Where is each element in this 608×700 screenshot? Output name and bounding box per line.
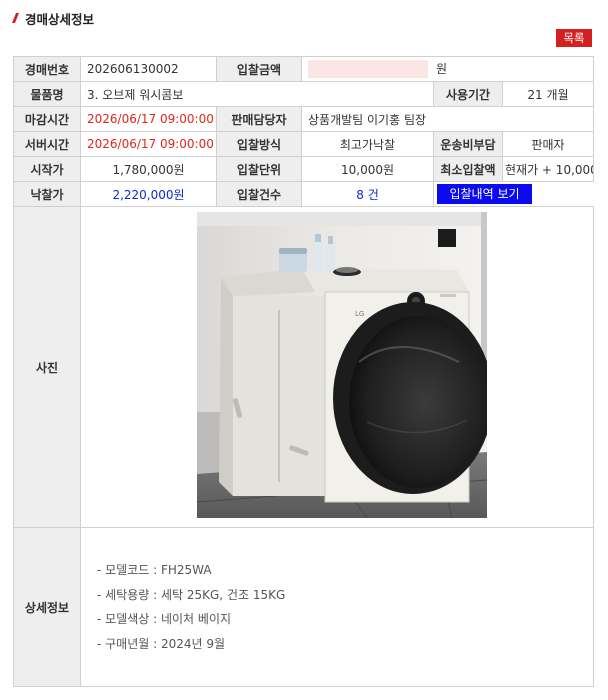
spec-item-capacity: - 세탁용량 : 세탁 25KG, 건조 15KG — [97, 587, 286, 602]
deadline-value: 2026/06/17 09:00:00 — [80, 106, 217, 132]
lg-logo-text: LG — [355, 310, 364, 318]
detail-cell: - 모델코드 : FH25WA - 세탁용량 : 세탁 25KG, 건조 15K… — [79, 527, 595, 687]
shipping-value: 판매자 — [501, 131, 595, 157]
start-price-value: 1,780,000원 — [80, 156, 217, 182]
bid-amount-cell: 원 — [300, 56, 595, 82]
winning-label: 낙찰가 — [13, 181, 81, 207]
bid-history-button[interactable]: 입찰내역 보기 — [437, 184, 532, 204]
bid-amount-unit: 원 — [436, 61, 448, 76]
row-deadline: 마감시간 2026/06/17 09:00:00 판매담당자 상품개발팀 이기홍… — [13, 106, 595, 132]
auction-info-table: 경매번호 202606130002 입찰금액 원 물품명 3. 오브제 워시콤보… — [13, 56, 595, 687]
spec-item-color: - 모델색상 : 네이처 베이지 — [97, 612, 232, 626]
winning-value: 2,220,000원 — [80, 181, 217, 207]
manager-value: 상품개발팀 이기홍 팀장 — [300, 106, 595, 132]
bid-unit-value: 10,000원 — [301, 156, 434, 182]
photo-label: 사진 — [13, 206, 81, 528]
item-value: 3. 오브제 워시콤보 — [80, 81, 434, 107]
item-label: 물품명 — [13, 81, 81, 107]
server-time-label: 서버시간 — [13, 131, 81, 157]
row-photo: 사진 LG — [13, 206, 595, 528]
product-photo: LG — [197, 212, 487, 518]
period-label: 사용기간 — [433, 81, 503, 107]
row-item: 물품명 3. 오브제 워시콤보 사용기간 21 개월 — [13, 81, 595, 107]
spec-item-purchase-date: - 구매년월 : 2024년 9월 — [97, 636, 226, 651]
page-heading: 경매상세정보 — [10, 10, 95, 27]
server-time-value: 2026/06/17 09:00:00 — [80, 131, 217, 157]
bid-history-cell: 입찰내역 보기 — [432, 181, 594, 207]
bid-unit-label: 입찰단위 — [216, 156, 302, 182]
page-title: 경매상세정보 — [25, 11, 95, 27]
bid-amount-label: 입찰금액 — [216, 56, 302, 82]
red-marker-icon — [12, 13, 19, 23]
min-bid-value: 현재가 + 10,000원 — [501, 156, 595, 182]
bid-count-label: 입찰건수 — [216, 181, 302, 207]
bid-amount-input[interactable] — [308, 60, 428, 79]
auction-no-value: 202606130002 — [80, 56, 217, 82]
spec-item-model-code: - 모델코드 : FH25WA — [97, 563, 212, 577]
row-auction-no: 경매번호 202606130002 입찰금액 원 — [13, 56, 595, 82]
photo-cell: LG — [79, 206, 595, 528]
deadline-label: 마감시간 — [13, 106, 81, 132]
shipping-label: 운송비부담 — [433, 131, 503, 157]
list-button[interactable]: 목록 — [556, 29, 592, 47]
min-bid-label: 최소입찰액 — [433, 156, 503, 182]
period-value: 21 개월 — [501, 81, 595, 107]
row-start-price: 시작가 1,780,000원 입찰단위 10,000원 최소입찰액 현재가 + … — [13, 156, 595, 182]
row-detail: 상세정보 - 모델코드 : FH25WA - 세탁용량 : 세탁 25KG, 건… — [13, 527, 595, 687]
bid-count-value: 8 건 — [301, 181, 434, 207]
row-winning: 낙찰가 2,220,000원 입찰건수 8 건 입찰내역 보기 — [13, 181, 594, 207]
start-price-label: 시작가 — [13, 156, 81, 182]
bid-method-value: 최고가낙찰 — [301, 131, 434, 157]
row-server-time: 서버시간 2026/06/17 09:00:00 입찰방식 최고가낙찰 운송비부… — [13, 131, 595, 157]
manager-label: 판매담당자 — [216, 106, 302, 132]
detail-label: 상세정보 — [13, 527, 81, 687]
spec-list: - 모델코드 : FH25WA - 세탁용량 : 세탁 25KG, 건조 15K… — [87, 558, 587, 656]
auction-detail-page: 경매상세정보 목록 경매번호 202606130002 입찰금액 원 물품명 3… — [0, 0, 608, 700]
auction-no-label: 경매번호 — [13, 56, 81, 82]
bid-method-label: 입찰방식 — [216, 131, 302, 157]
